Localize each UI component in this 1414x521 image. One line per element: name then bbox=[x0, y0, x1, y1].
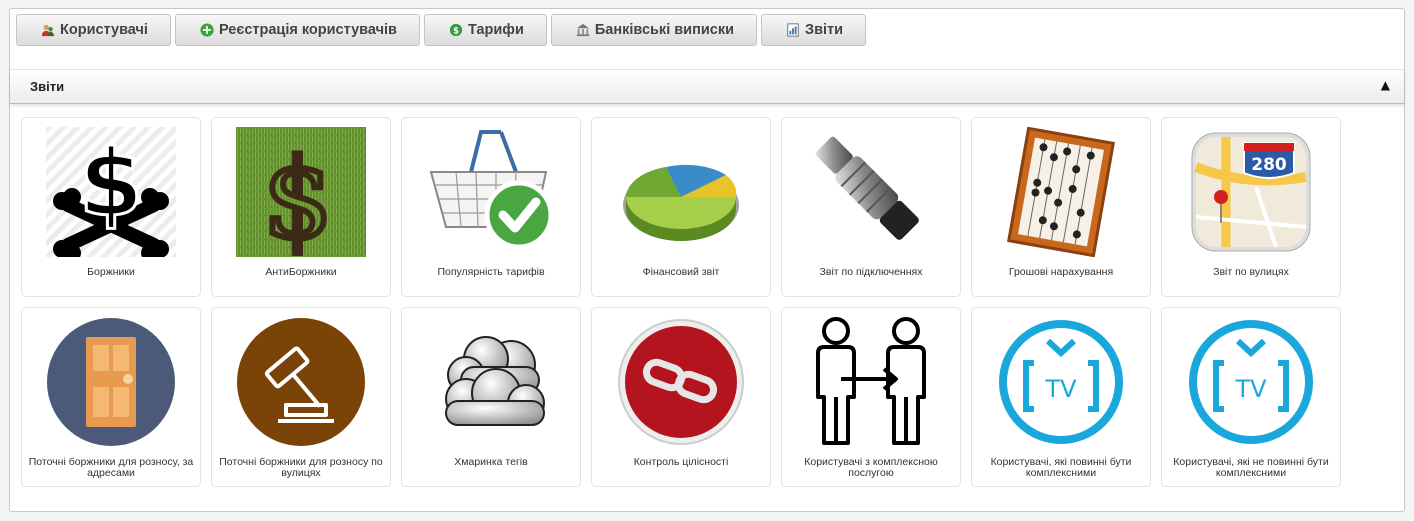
svg-text:$: $ bbox=[453, 27, 459, 37]
tab-users[interactable]: Користувачі bbox=[16, 14, 171, 46]
tab-bar: Користувачі Реєстрація користувачів $ Та… bbox=[16, 14, 867, 48]
report-label: Поточні боржники для розносу по вулицях bbox=[219, 456, 383, 479]
bank-icon bbox=[576, 23, 589, 37]
dollar-coin-icon: $ bbox=[449, 23, 463, 37]
basket-check-icon bbox=[429, 130, 554, 250]
report-tile-anti-debtors[interactable]: $ АнтиБоржники bbox=[211, 117, 391, 297]
tv-text: TV bbox=[1044, 375, 1077, 403]
report-label: Звіт по підключеннях bbox=[819, 266, 923, 278]
pie-chart-icon bbox=[623, 164, 739, 241]
tv-icon: TV bbox=[999, 320, 1123, 444]
add-circle-icon bbox=[200, 23, 214, 37]
report-tile-integrity-control[interactable]: Контроль цілісності bbox=[591, 307, 771, 487]
people-transfer-icon bbox=[816, 317, 926, 445]
report-label: Поточні боржники для розносу, за адресам… bbox=[28, 456, 194, 479]
users-icon bbox=[41, 24, 55, 37]
map-badge-text: 280 bbox=[1251, 155, 1287, 175]
report-label: Користувачі з комплексною послугою bbox=[804, 456, 938, 479]
abacus-icon bbox=[1007, 127, 1115, 257]
tab-reports-label: Звіти bbox=[804, 22, 844, 38]
report-label: Фінансовий звіт bbox=[642, 266, 720, 278]
report-label: Користувачі, які повинні бути комплексни… bbox=[990, 456, 1132, 479]
tab-bank-statements-label: Банківські виписки bbox=[594, 22, 734, 38]
tab-tariffs-label: Тарифи bbox=[467, 22, 524, 38]
map-icon: 280 bbox=[1191, 132, 1311, 252]
chain-link-icon bbox=[618, 319, 744, 445]
tab-reports[interactable]: Звіти bbox=[760, 14, 867, 46]
tab-tariffs[interactable]: $ Тарифи bbox=[423, 14, 547, 46]
tab-registration-label: Реєстрація користувачів bbox=[218, 22, 397, 38]
tab-registration[interactable]: Реєстрація користувачів bbox=[174, 14, 420, 46]
report-label: Популярність тарифів bbox=[437, 266, 545, 278]
main-frame: Користувачі Реєстрація користувачів $ Та… bbox=[9, 8, 1405, 512]
report-tile-should-not-be-complex[interactable]: TV Користувачі, які не повинні бути комп… bbox=[1161, 307, 1341, 487]
report-icon bbox=[787, 23, 799, 37]
report-tile-connections[interactable]: Звіт по підключеннях bbox=[781, 117, 961, 297]
tab-users-label: Користувачі bbox=[60, 22, 148, 38]
tv-text: TV bbox=[1234, 375, 1267, 403]
report-label: Контроль цілісності bbox=[633, 456, 729, 468]
report-label: Хмаринка тегів bbox=[454, 456, 528, 468]
tv-icon: TV bbox=[1189, 320, 1313, 444]
report-tile-complex-service-users[interactable]: Користувачі з комплексною послугою bbox=[781, 307, 961, 487]
tab-bank-statements[interactable]: Банківські виписки bbox=[550, 14, 757, 46]
panel-header: Звіти ▲ bbox=[10, 69, 1404, 104]
report-label: АнтиБоржники bbox=[265, 266, 337, 278]
dollar-grass-icon: $ bbox=[236, 127, 366, 257]
report-label: Звіт по вулицях bbox=[1213, 266, 1289, 278]
dollar-crossbones-icon: $ bbox=[46, 127, 176, 257]
collapse-toggle[interactable]: ▲ bbox=[1381, 78, 1390, 92]
report-tile-financial[interactable]: Фінансовий звіт bbox=[591, 117, 771, 297]
cloud-icon bbox=[445, 336, 545, 426]
report-label: Грошові нарахування bbox=[1008, 266, 1114, 278]
report-tile-should-be-complex[interactable]: TV Користувачі, які повинні бути комплек… bbox=[971, 307, 1151, 487]
report-label: Боржники bbox=[87, 266, 135, 278]
report-tile-money-charges[interactable]: Грошові нарахування bbox=[971, 117, 1151, 297]
gavel-icon bbox=[237, 318, 365, 446]
report-tile-current-debtors-streets[interactable]: Поточні боржники для розносу по вулицях bbox=[211, 307, 391, 487]
svg-text:$: $ bbox=[263, 135, 333, 257]
report-tile-streets[interactable]: 280 Звіт по вулицях bbox=[1161, 117, 1341, 297]
door-icon bbox=[47, 318, 175, 446]
panel-title: Звіти bbox=[30, 79, 65, 94]
svg-text:$: $ bbox=[79, 130, 143, 237]
report-label: Користувачі, які не повинні бути комплек… bbox=[1173, 456, 1329, 479]
report-tile-debtors[interactable]: $ Боржники bbox=[21, 117, 201, 297]
report-tile-tag-cloud[interactable]: Хмаринка тегів bbox=[401, 307, 581, 487]
report-tile-current-debtors-addresses[interactable]: Поточні боржники для розносу, за адресам… bbox=[21, 307, 201, 487]
coax-connector-icon bbox=[815, 136, 919, 240]
report-tile-tariff-popularity[interactable]: Популярність тарифів bbox=[401, 117, 581, 297]
